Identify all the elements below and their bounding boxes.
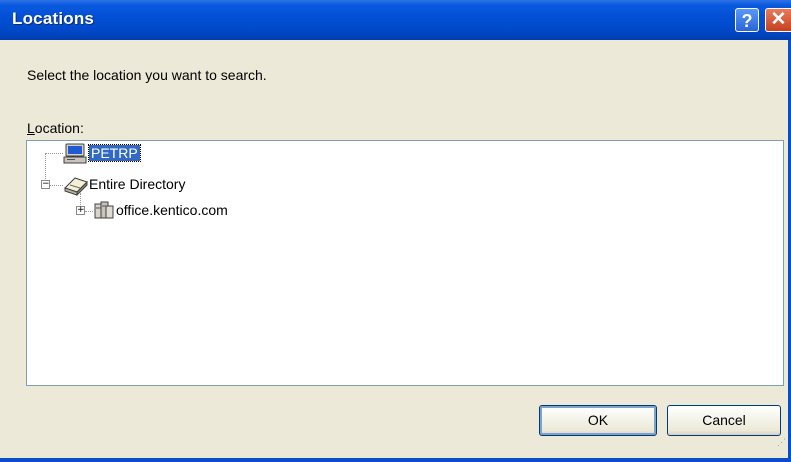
ok-button[interactable]: OK (539, 405, 657, 436)
tree-item-label: Entire Directory (89, 176, 186, 192)
tree-item-label: PETRP (88, 144, 141, 162)
resize-grip-icon[interactable]: ⋰ (777, 438, 787, 454)
directory-book-icon (63, 174, 89, 199)
tree-line-domain (85, 211, 93, 212)
collapse-toggle[interactable]: − (41, 180, 50, 189)
locations-dialog: Locations ? ✕ Select the location you wa… (0, 0, 791, 462)
close-button[interactable]: ✕ (765, 8, 791, 32)
expand-toggle[interactable]: + (76, 206, 85, 215)
title-bar[interactable]: Locations ? ✕ (0, 0, 791, 40)
help-icon: ? (741, 11, 753, 31)
location-label-rest: ocation: (34, 120, 84, 136)
cancel-button[interactable]: Cancel (667, 405, 781, 436)
tree-line-directory (50, 185, 63, 186)
location-label: Location: (27, 120, 84, 136)
computer-icon (63, 143, 87, 168)
location-tree[interactable]: PETRP − Entire Directory + office.kentic… (26, 140, 784, 386)
help-button[interactable]: ? (735, 8, 759, 32)
close-icon: ✕ (770, 9, 787, 30)
domain-icon (93, 200, 115, 225)
tree-line-petrp (45, 153, 63, 154)
location-label-accel: L (27, 120, 35, 136)
tree-item-label: office.kentico.com (116, 202, 228, 218)
instruction-text: Select the location you want to search. (27, 67, 267, 83)
window-title: Locations (12, 9, 95, 28)
window-border-bottom (0, 458, 791, 462)
